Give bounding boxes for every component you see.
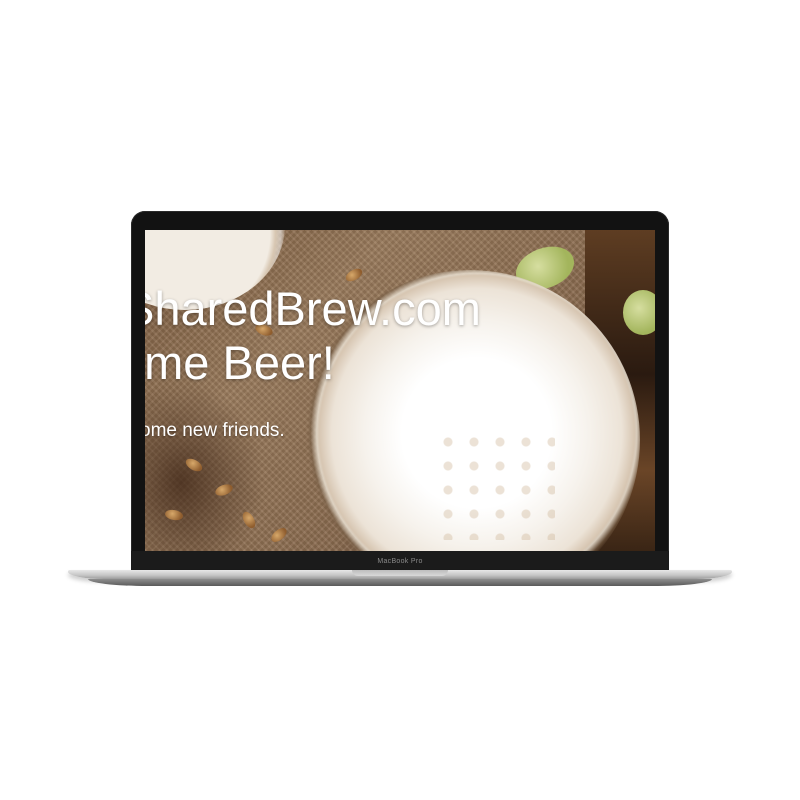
hop-cone <box>623 290 655 335</box>
hero-subtitle: ome new friends. <box>145 420 285 441</box>
laptop-screen: SharedBrew.com ome Beer! ome new friends… <box>145 230 655 551</box>
hero-title-line-2: ome Beer! <box>145 336 335 389</box>
beer-foam-bubbles <box>435 430 555 540</box>
laptop-open-notch <box>352 570 448 576</box>
laptop-model-label: MacBook Pro <box>377 558 423 565</box>
hero-title: SharedBrew.com ome Beer! <box>145 282 481 390</box>
hero-title-line-1: SharedBrew.com <box>145 282 481 335</box>
laptop-base-bottom <box>88 579 712 586</box>
